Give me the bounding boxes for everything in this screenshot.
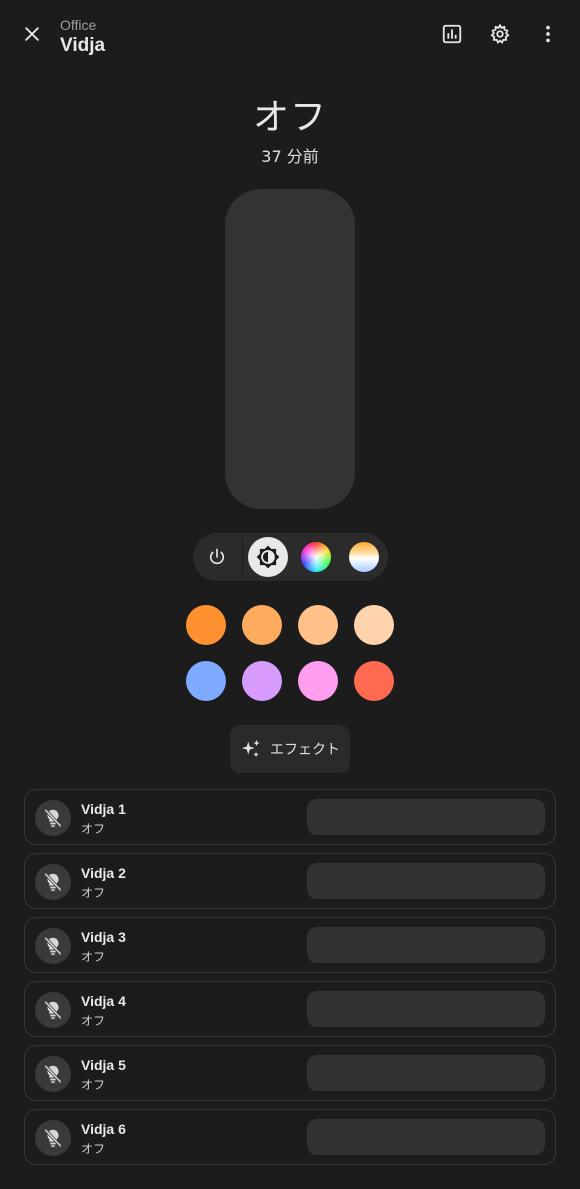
bulb-off-icon	[44, 809, 62, 827]
bulb-off-icon	[44, 1129, 62, 1147]
member-name: Vidja 3	[81, 929, 126, 945]
member-toggle-button[interactable]	[35, 1056, 71, 1092]
sparkles-icon	[241, 739, 260, 758]
member-toggle-button[interactable]	[35, 800, 71, 836]
member-brightness-slider[interactable]	[307, 863, 545, 899]
mode-selector	[193, 533, 388, 581]
bulb-off-icon	[44, 1065, 62, 1083]
member-name: Vidja 6	[81, 1121, 126, 1137]
state-label: オフ	[252, 97, 327, 138]
color-mode-button[interactable]	[296, 537, 336, 577]
member-brightness-slider[interactable]	[307, 927, 545, 963]
member-row[interactable]: Vidja 3 オフ	[24, 917, 556, 973]
member-state: オフ	[81, 1014, 106, 1028]
member-state: オフ	[81, 1078, 106, 1092]
dialog-header: Office Vidja	[0, 0, 580, 68]
color-temp-mode-button[interactable]	[344, 537, 384, 577]
entity-title: Vidja	[60, 35, 106, 56]
member-state: オフ	[81, 1142, 106, 1156]
member-brightness-slider[interactable]	[307, 1119, 545, 1155]
member-row[interactable]: Vidja 2 オフ	[24, 853, 556, 909]
color-temp-icon	[349, 542, 379, 572]
member-brightness-slider[interactable]	[307, 1055, 545, 1091]
area-name: Office	[60, 17, 97, 33]
member-brightness-slider[interactable]	[307, 991, 545, 1027]
member-row[interactable]: Vidja 4 オフ	[24, 981, 556, 1037]
member-row[interactable]: Vidja 1 オフ	[24, 789, 556, 845]
member-name: Vidja 2	[81, 865, 126, 881]
member-toggle-button[interactable]	[35, 864, 71, 900]
last-changed-label: 37 分前	[261, 147, 319, 166]
close-icon	[25, 27, 39, 41]
member-row[interactable]: Vidja 5 オフ	[24, 1045, 556, 1101]
color-preset-2[interactable]	[242, 605, 282, 645]
member-toggle-button[interactable]	[35, 992, 71, 1028]
settings-button[interactable]	[484, 18, 516, 50]
bulb-off-icon	[44, 1001, 62, 1019]
member-toggle-button[interactable]	[35, 1120, 71, 1156]
more-options-button[interactable]	[532, 18, 564, 50]
member-row[interactable]: Vidja 6 オフ	[24, 1109, 556, 1165]
history-button[interactable]	[436, 18, 468, 50]
power-icon	[209, 548, 225, 565]
brightness-slider[interactable]	[225, 189, 355, 509]
member-state: オフ	[81, 886, 106, 900]
gear-icon	[490, 23, 510, 44]
color-preset-7[interactable]	[298, 661, 338, 701]
bulb-off-icon	[44, 873, 62, 891]
member-name: Vidja 4	[81, 993, 126, 1009]
close-button[interactable]	[16, 18, 48, 50]
power-toggle-button[interactable]	[197, 537, 237, 577]
member-name: Vidja 5	[81, 1057, 126, 1073]
color-preset-6[interactable]	[242, 661, 282, 701]
member-state: オフ	[81, 822, 106, 836]
color-preset-1[interactable]	[186, 605, 226, 645]
effects-button[interactable]: エフェクト	[230, 725, 350, 773]
color-preset-8[interactable]	[354, 661, 394, 701]
color-preset-4[interactable]	[354, 605, 394, 645]
bulb-off-icon	[44, 937, 62, 955]
mode-divider	[242, 539, 243, 575]
member-name: Vidja 1	[81, 801, 126, 817]
brightness-mode-button[interactable]	[248, 537, 288, 577]
color-wheel-icon	[301, 542, 331, 572]
brightness-icon	[256, 545, 280, 569]
more-vert-icon	[546, 25, 550, 43]
member-toggle-button[interactable]	[35, 928, 71, 964]
member-state: オフ	[81, 950, 106, 964]
color-preset-5[interactable]	[186, 661, 226, 701]
color-preset-3[interactable]	[298, 605, 338, 645]
history-chart-icon	[442, 24, 462, 44]
member-brightness-slider[interactable]	[307, 799, 545, 835]
effects-label: エフェクト	[270, 742, 340, 758]
